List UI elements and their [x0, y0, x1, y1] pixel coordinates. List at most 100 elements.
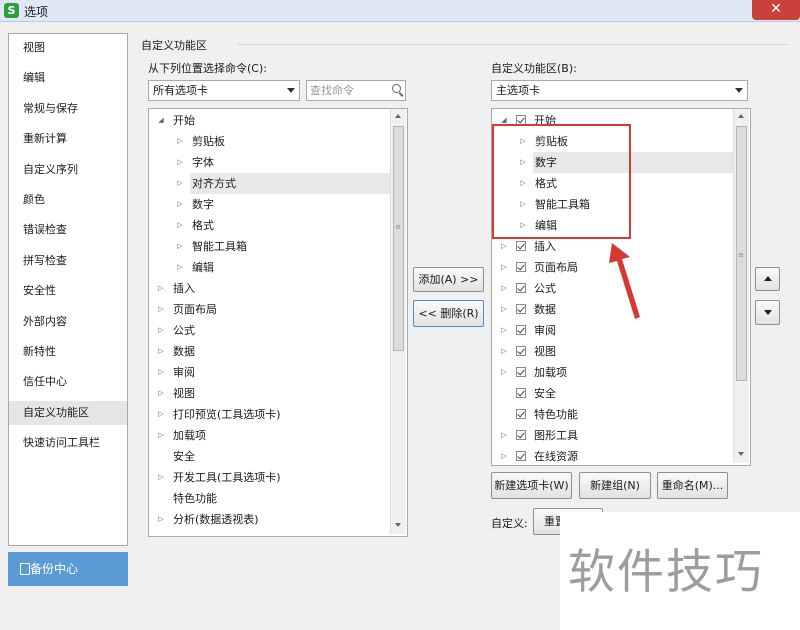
ribbon-tabs-select[interactable]: 主选项卡 — [491, 80, 748, 101]
source-commands-select[interactable]: 所有选项卡 — [148, 80, 300, 101]
expand-arrow-icon[interactable]: ▷ — [176, 173, 184, 194]
expand-arrow-icon[interactable]: ▷ — [157, 278, 165, 299]
tree-item[interactable]: ▷ 加载项 — [149, 425, 389, 446]
expand-arrow-icon[interactable]: ▷ — [500, 257, 508, 278]
tree-item-label: 安全 — [534, 387, 556, 400]
tab-checkbox[interactable] — [516, 388, 526, 398]
scroll-down-icon[interactable] — [395, 523, 401, 527]
tree-item[interactable]: ▷ 智能工具箱 — [149, 236, 389, 257]
nav-item[interactable]: 颜色 — [9, 188, 127, 212]
scroll-up-icon[interactable] — [738, 114, 744, 118]
new-group-button[interactable]: 新建组(N) — [579, 472, 651, 499]
nav-item[interactable]: 常规与保存 — [9, 97, 127, 121]
nav-item[interactable]: 视图 — [9, 36, 127, 60]
nav-item[interactable]: 新特性 — [9, 340, 127, 364]
tab-checkbox[interactable] — [516, 451, 526, 461]
tree-item[interactable]: ▷ 审阅 — [149, 362, 389, 383]
tab-checkbox[interactable] — [516, 430, 526, 440]
expand-arrow-icon[interactable]: ▷ — [157, 425, 165, 446]
tab-checkbox[interactable] — [516, 283, 526, 293]
tree-item[interactable]: ▷ 视图 — [149, 383, 389, 404]
tree-item[interactable]: 安全 — [492, 383, 732, 404]
tree-item[interactable]: ▷ 开发工具(工具选项卡) — [149, 467, 389, 488]
expand-arrow-icon[interactable]: ▷ — [500, 341, 508, 362]
tree-item[interactable]: ▷ 打印预览(工具选项卡) — [149, 404, 389, 425]
source-commands-tree[interactable]: ◢ 开始 ▷ 剪贴板 ▷ 字体 ▷ 对齐方式 ▷ 数字 ▷ 格式 ▷ 智能工具箱 ▷ 编辑 ▷ 插入 ▷ 页面布局 ▷ 公… — [148, 108, 408, 537]
expand-arrow-icon[interactable]: ▷ — [176, 131, 184, 152]
add-button[interactable]: 添加(A) >> — [413, 267, 484, 292]
new-tab-button[interactable]: 新建选项卡(W) — [491, 472, 572, 499]
expand-arrow-icon[interactable]: ▷ — [500, 425, 508, 446]
tab-checkbox[interactable] — [516, 367, 526, 377]
scroll-thumb[interactable] — [393, 126, 404, 351]
expand-arrow-icon[interactable]: ▷ — [176, 257, 184, 278]
nav-item[interactable]: 安全性 — [9, 279, 127, 303]
nav-item[interactable]: 信任中心 — [9, 370, 127, 394]
expand-arrow-icon[interactable]: ▷ — [157, 383, 165, 404]
rename-button[interactable]: 重命名(M)... — [657, 472, 728, 499]
ribbon-tree-scrollbar[interactable]: ≡ — [733, 109, 749, 463]
expand-arrow-icon[interactable]: ▷ — [157, 509, 165, 530]
tree-item[interactable]: ▷ 插入 — [149, 278, 389, 299]
scroll-up-icon[interactable] — [395, 114, 401, 118]
backup-center-button[interactable]: 备份中心 — [8, 552, 128, 586]
nav-item[interactable]: 错误检查 — [9, 218, 127, 242]
expand-arrow-icon[interactable]: ▷ — [157, 467, 165, 488]
move-down-button[interactable] — [755, 300, 780, 325]
expand-arrow-icon[interactable]: ▷ — [157, 341, 165, 362]
expand-arrow-icon[interactable]: ▷ — [500, 362, 508, 383]
nav-item[interactable]: 重新计算 — [9, 127, 127, 151]
nav-item[interactable]: 外部内容 — [9, 310, 127, 334]
expand-arrow-icon[interactable]: ▷ — [157, 362, 165, 383]
search-commands-input[interactable]: 查找命令 — [306, 80, 406, 101]
expand-arrow-icon[interactable]: ▷ — [157, 299, 165, 320]
tree-item[interactable]: ▷ 页面布局 — [149, 299, 389, 320]
nav-item[interactable]: 自定义功能区 — [9, 400, 127, 425]
tree-item[interactable]: ▷ 在线资源 — [492, 446, 732, 465]
tree-item[interactable]: ▷ 格式 — [149, 215, 389, 236]
nav-item[interactable]: 快速访问工具栏 — [9, 431, 127, 455]
expand-arrow-icon[interactable]: ▷ — [157, 320, 165, 341]
tree-item[interactable]: ▷ 数据 — [149, 341, 389, 362]
expand-arrow-icon[interactable]: ▷ — [176, 194, 184, 215]
tab-checkbox[interactable] — [516, 262, 526, 272]
close-button[interactable]: ✕ — [752, 0, 800, 20]
tree-item-label: 视图 — [173, 387, 195, 400]
expand-arrow-icon[interactable]: ▷ — [176, 236, 184, 257]
expand-arrow-icon[interactable]: ▷ — [176, 215, 184, 236]
expand-arrow-icon[interactable]: ▷ — [500, 446, 508, 465]
tree-item[interactable]: ▷ 字体 — [149, 152, 389, 173]
tree-item[interactable]: ▷ 分析(数据透视表) — [149, 509, 389, 530]
expand-arrow-icon[interactable]: ▷ — [500, 299, 508, 320]
scroll-down-icon[interactable] — [738, 452, 744, 456]
expand-arrow-icon[interactable]: ▷ — [157, 404, 165, 425]
expand-arrow-icon[interactable]: ▷ — [500, 320, 508, 341]
expand-arrow-icon[interactable]: ▷ — [176, 152, 184, 173]
tree-item[interactable]: ▷ 对齐方式 — [149, 173, 390, 194]
expand-arrow-icon[interactable]: ▷ — [500, 236, 508, 257]
expand-arrow-icon[interactable]: ▷ — [500, 278, 508, 299]
tree-item[interactable]: ▷ 图形工具 — [492, 425, 732, 446]
tab-checkbox[interactable] — [516, 346, 526, 356]
nav-item[interactable]: 编辑 — [9, 66, 127, 90]
tab-checkbox[interactable] — [516, 304, 526, 314]
tree-item[interactable]: ▷ 数字 — [149, 194, 389, 215]
nav-item[interactable]: 拼写检查 — [9, 249, 127, 273]
tree-item[interactable]: ◢ 开始 — [149, 110, 389, 131]
tab-checkbox[interactable] — [516, 325, 526, 335]
source-tree-scrollbar[interactable]: ≡ — [390, 109, 406, 534]
nav-item[interactable]: 自定义序列 — [9, 158, 127, 182]
tree-item[interactable]: ▷ 编辑 — [149, 257, 389, 278]
expand-arrow-open-icon[interactable]: ◢ — [157, 110, 165, 131]
tree-item[interactable]: ▷ 公式 — [149, 320, 389, 341]
tree-item[interactable]: 安全 — [149, 446, 389, 467]
move-up-button[interactable] — [755, 267, 780, 291]
remove-button[interactable]: << 删除(R) — [413, 300, 484, 327]
tree-item[interactable]: ▷ 加载项 — [492, 362, 732, 383]
tab-checkbox[interactable] — [516, 409, 526, 419]
tree-item[interactable]: 特色功能 — [149, 488, 389, 509]
tree-item[interactable]: ▷ 视图 — [492, 341, 732, 362]
tree-item[interactable]: 特色功能 — [492, 404, 732, 425]
tab-checkbox[interactable] — [516, 241, 526, 251]
tree-item[interactable]: ▷ 剪贴板 — [149, 131, 389, 152]
